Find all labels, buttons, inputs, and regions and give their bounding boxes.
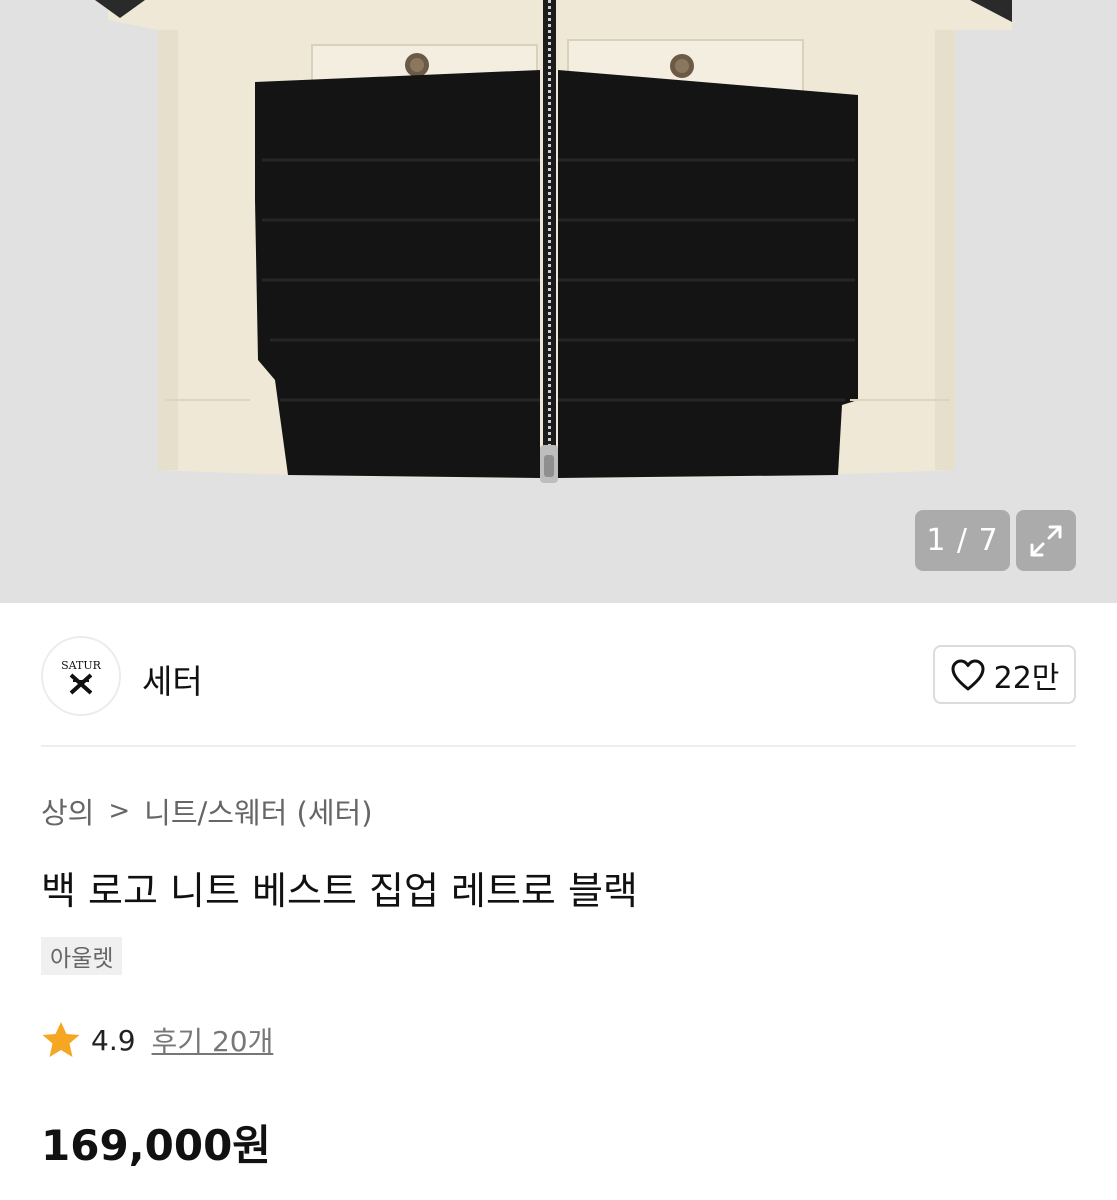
product-title: 백 로고 니트 베스트 집업 레트로 블랙 (41, 869, 638, 913)
breadcrumb-subcategory[interactable]: 니트/스웨터 (세터) (144, 790, 372, 832)
image-counter: 1 / 7 (915, 510, 1010, 571)
heart-icon (951, 659, 985, 690)
brand-row: SATUR 세터 22만 (0, 603, 1117, 746)
brand-name[interactable]: 세터 (142, 655, 203, 703)
brand-logo-mark: SATUR (61, 659, 102, 695)
expand-icon (1030, 525, 1062, 556)
review-link[interactable]: 후기 20개 (152, 1020, 274, 1060)
price: 169,000원 (41, 1121, 271, 1170)
expand-button[interactable] (1016, 510, 1076, 571)
like-button[interactable]: 22만 (933, 645, 1076, 704)
breadcrumb: 상의 > 니트/스웨터 (세터) (41, 790, 373, 832)
like-count: 22만 (993, 660, 1060, 696)
divider (41, 745, 1076, 747)
brand-logo-text: SATUR (61, 659, 101, 672)
rating-row: 4.9 후기 20개 (41, 1020, 273, 1060)
product-image-gallery[interactable]: 1 / 7 (0, 0, 1117, 603)
brand-logo[interactable]: SATUR (41, 636, 121, 716)
rating-value: 4.9 (91, 1023, 136, 1057)
star-icon (42, 1022, 80, 1057)
breadcrumb-category[interactable]: 상의 (41, 790, 94, 832)
breadcrumb-separator: > (108, 796, 131, 826)
outlet-tag: 아울렛 (41, 937, 123, 975)
